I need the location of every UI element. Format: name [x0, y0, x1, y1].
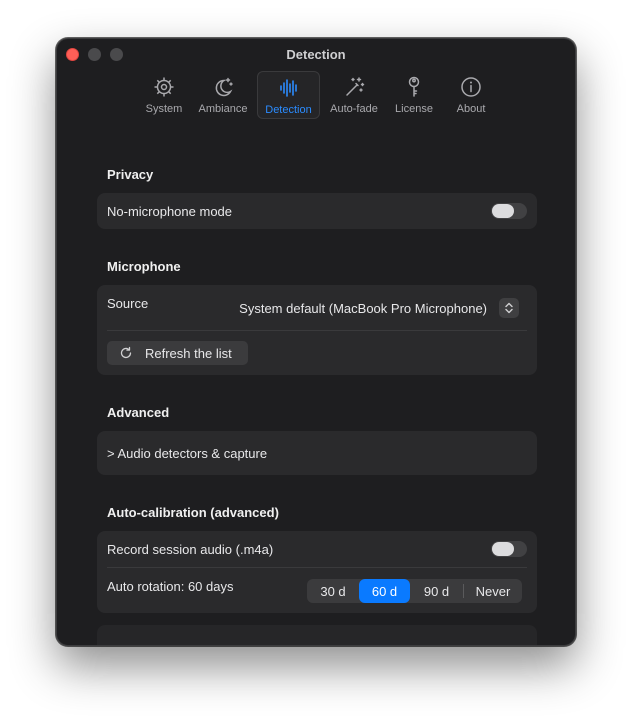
privacy-heading: Privacy — [107, 167, 154, 182]
divider — [107, 567, 527, 568]
rotation-option-never[interactable]: Never — [464, 579, 522, 603]
tab-about[interactable]: About — [447, 71, 495, 119]
key-icon — [408, 76, 420, 97]
info-icon — [461, 77, 481, 97]
rotation-option-30d[interactable]: 30 d — [307, 579, 359, 603]
magic-wand-icon — [346, 77, 365, 96]
refresh-list-label: Refresh the list — [145, 345, 232, 361]
auto-rotation-label: Auto rotation: 60 days — [107, 579, 234, 594]
gear-icon — [154, 77, 174, 97]
preferences-toolbar: System Ambiance Detection Auto-fade Lice… — [57, 71, 575, 119]
microphone-heading: Microphone — [107, 259, 181, 274]
no-mic-mode-label: No-microphone mode — [107, 204, 233, 219]
tab-detection-label: Detection — [265, 104, 312, 116]
tab-system[interactable]: System — [139, 71, 189, 119]
tab-system-label: System — [145, 103, 183, 115]
advanced-heading: Advanced — [107, 405, 170, 420]
rotation-option-90d[interactable]: 90 d — [410, 579, 463, 603]
source-label: Source — [107, 296, 149, 311]
refresh-icon — [120, 346, 132, 359]
autocal-card: Record session audio (.m4a) Auto rotatio… — [97, 531, 537, 613]
rotation-option-60d[interactable]: 60 d — [359, 579, 410, 603]
refresh-list-button[interactable]: Refresh the list — [107, 341, 248, 365]
tab-license-label: License — [395, 103, 433, 115]
advanced-card: > Audio detectors & capture — [97, 431, 537, 475]
privacy-card: No-microphone mode — [97, 193, 537, 229]
divider — [107, 330, 527, 331]
toggle-knob — [492, 204, 514, 218]
toggle-knob — [492, 542, 514, 556]
next-card-partial — [97, 625, 537, 645]
tab-about-label: About — [456, 103, 486, 115]
chevron-up-down-icon — [499, 298, 519, 318]
tab-ambiance[interactable]: Ambiance — [195, 71, 251, 119]
window-title: Detection — [286, 47, 346, 62]
title-bar: Detection — [57, 39, 575, 69]
autocal-heading: Auto-calibration (advanced) — [107, 505, 279, 520]
record-audio-toggle[interactable] — [491, 541, 527, 557]
tab-license[interactable]: License — [389, 71, 439, 119]
microphone-card: Source System default (MacBook Pro Micro… — [97, 285, 537, 375]
no-mic-mode-toggle[interactable] — [491, 203, 527, 219]
tab-auto-fade-label: Auto-fade — [330, 103, 378, 115]
source-value: System default (MacBook Pro Microphone) — [239, 300, 487, 316]
moon-stars-icon — [215, 77, 233, 97]
rotation-segmented-control: 30 d 60 d 90 d Never — [307, 579, 522, 603]
source-popup[interactable]: System default (MacBook Pro Microphone) — [239, 297, 519, 319]
tab-ambiance-label: Ambiance — [198, 103, 248, 115]
waveform-icon — [279, 79, 297, 97]
tab-auto-fade[interactable]: Auto-fade — [325, 71, 383, 119]
preferences-window: Detection System Ambiance Detection Auto… — [56, 38, 576, 646]
audio-detectors-disclosure[interactable]: > Audio detectors & capture — [107, 446, 267, 461]
record-audio-label: Record session audio (.m4a) — [107, 542, 274, 557]
tab-detection[interactable]: Detection — [257, 71, 320, 119]
